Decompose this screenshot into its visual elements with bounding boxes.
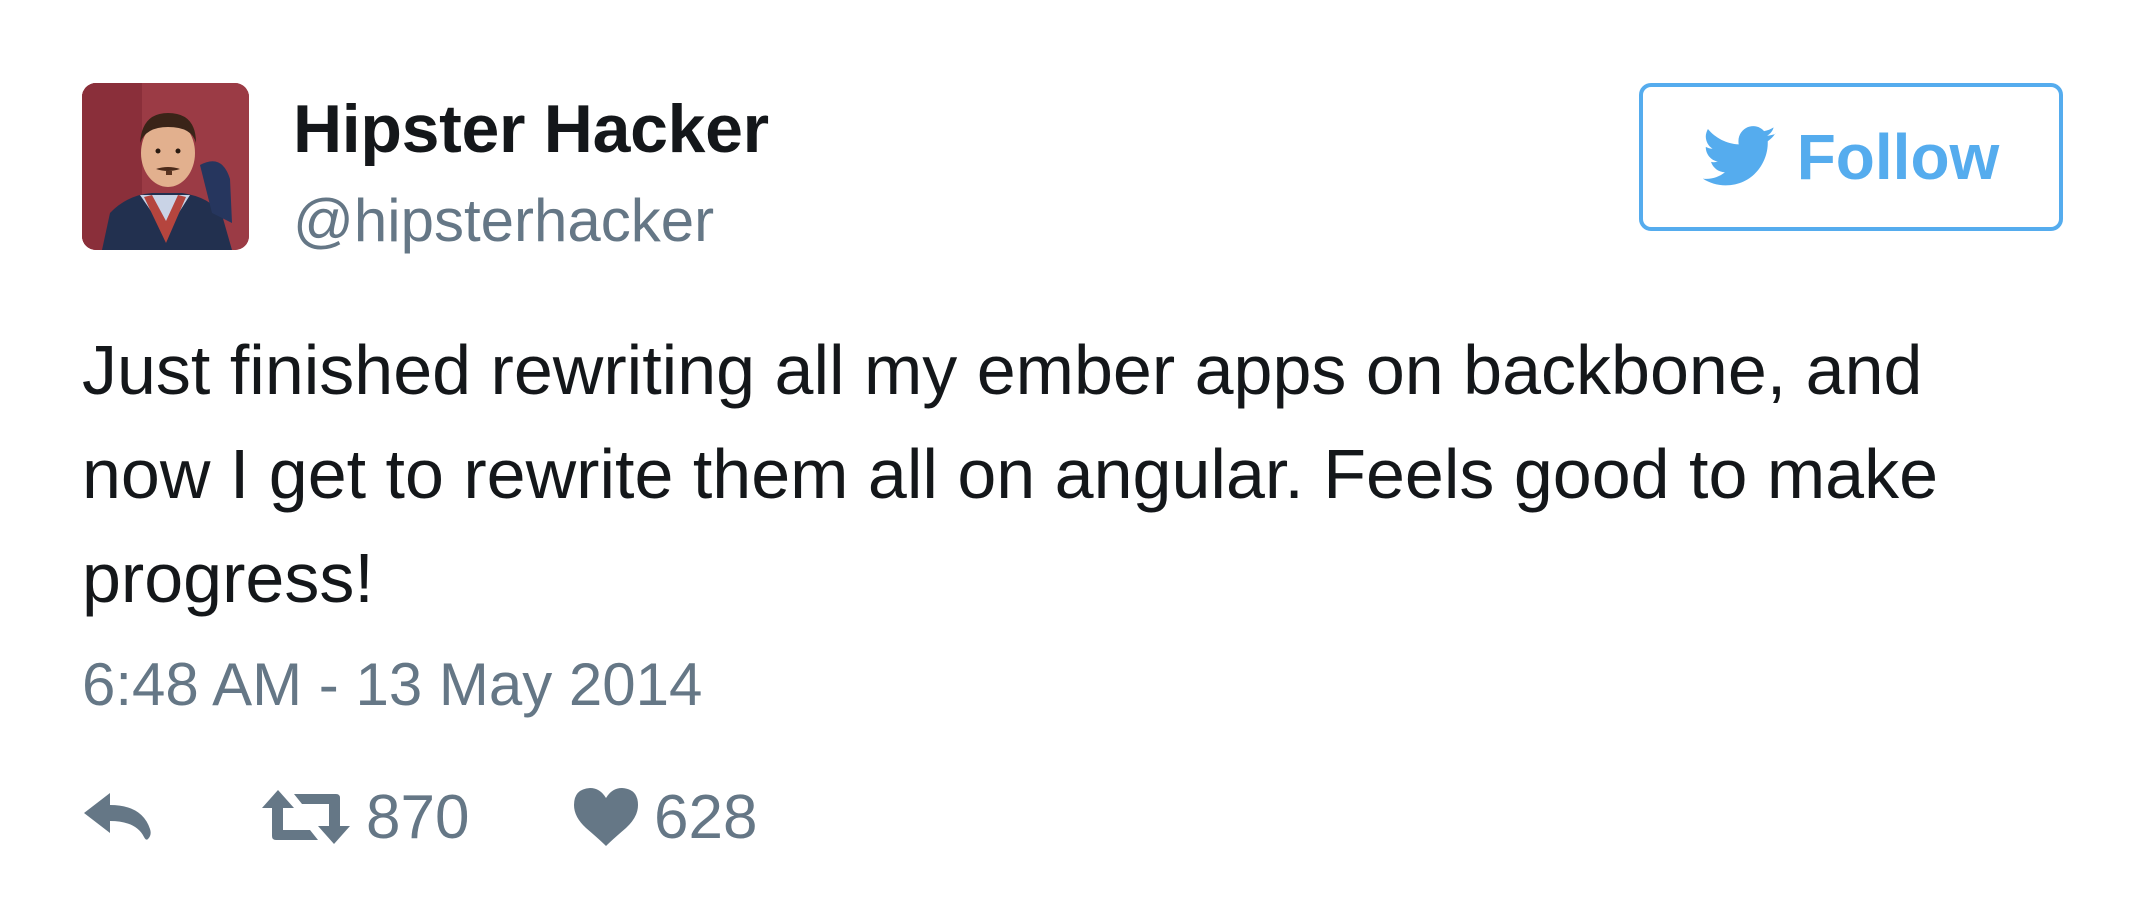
twitter-bird-icon — [1702, 126, 1776, 186]
avatar-photo — [82, 83, 249, 250]
follow-button[interactable]: Follow — [1639, 83, 2063, 231]
tweet-card: Hipster Hacker @hipsterhacker Follow Jus… — [0, 0, 2146, 916]
reply-button[interactable] — [82, 772, 156, 862]
like-count: 628 — [654, 782, 758, 852]
like-button[interactable]: 628 — [572, 772, 757, 862]
retweet-icon — [262, 790, 350, 844]
heart-icon — [574, 788, 638, 846]
follow-label: Follow — [1796, 121, 2000, 193]
retweet-button[interactable]: 870 — [260, 772, 469, 862]
tweet-timestamp[interactable]: 6:48 AM - 13 May 2014 — [82, 650, 702, 719]
avatar[interactable] — [82, 83, 249, 250]
display-name[interactable]: Hipster Hacker — [293, 90, 769, 168]
reply-icon — [84, 793, 151, 840]
tweet-text: Just finished rewriting all my ember app… — [82, 331, 1939, 617]
retweet-count: 870 — [366, 782, 470, 852]
user-handle[interactable]: @hipsterhacker — [293, 186, 714, 255]
